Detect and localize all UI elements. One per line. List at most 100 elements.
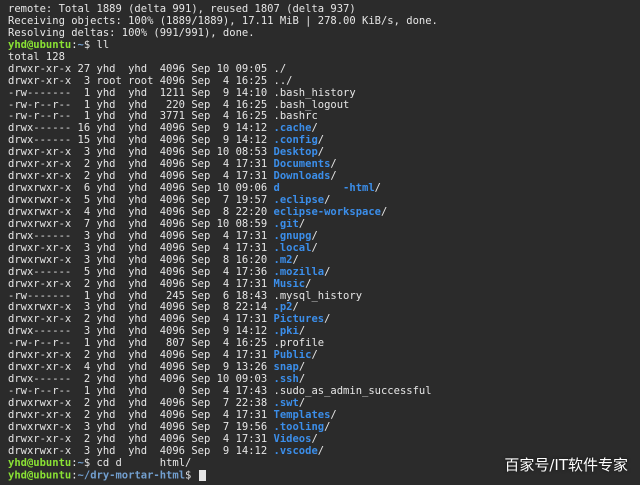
- listing-row: drwxr-xr-x 2 yhd yhd 4096 Sep 4 17:31 Te…: [8, 410, 640, 422]
- directory-name: .p2: [273, 302, 293, 314]
- listing-row: drwxr-xr-x 2 yhd yhd 4096 Sep 4 17:31 Do…: [8, 159, 640, 171]
- watermark-text: 百家号/IT软件专家: [504, 456, 628, 474]
- directory-slash: /: [298, 397, 306, 409]
- listing-meta: drwxrwxr-x 7 yhd yhd 4096 Sep 10 08:59: [8, 218, 274, 230]
- directory-slash: /: [292, 254, 299, 266]
- listing-meta: drwx------ 3 yhd yhd 4096 Sep 9 14:12: [8, 326, 274, 338]
- directory-slash: /: [317, 135, 325, 147]
- output-line: Resolving deltas: 100% (991/991), done.: [8, 27, 255, 39]
- listing-row: drwxr-xr-x 3 yhd yhd 4096 Sep 10 08:53 D…: [8, 147, 640, 159]
- cursor-block: [198, 469, 206, 481]
- listing-meta: drwxr-xr-x 2 yhd yhd 4096 Sep 4 17:31: [8, 409, 274, 421]
- prompt-path: ~/dry-mortar-html: [77, 469, 186, 482]
- listing-meta: drwxr-xr-x 3 root root 4096 Sep 4 16:25: [8, 75, 274, 87]
- prompt-symbol: $: [83, 457, 97, 469]
- directory-slash: /: [311, 242, 318, 254]
- listing-row: drwxr-xr-x 2 yhd yhd 4096 Sep 4 17:31 Mu…: [8, 279, 640, 291]
- directory-slash: /: [330, 159, 337, 171]
- listing-row: drwx------ 16 yhd yhd 4096 Sep 9 14:12 .…: [8, 123, 640, 135]
- directory-slash: /: [298, 362, 306, 374]
- listing-meta: drwxr-xr-x 2 yhd yhd 4096 Sep 4 17:31: [8, 278, 274, 290]
- listing-meta: drwxrwxr-x 2 yhd yhd 4096 Sep 7 22:38: [8, 397, 274, 409]
- listing-row: drwxr-xr-x 3 yhd yhd 4096 Sep 4 17:31 .l…: [8, 243, 640, 255]
- directory-name: snap: [273, 362, 299, 374]
- listing-row: drwx------ 2 yhd yhd 4096 Sep 10 09:03 .…: [8, 374, 640, 386]
- directory-slash: /: [311, 350, 318, 362]
- listing-row: drwxrwxr-x 6 yhd yhd 4096 Sep 10 09:06 d…: [8, 183, 640, 195]
- directory-slash: /: [324, 195, 331, 206]
- command-text: cd d: [96, 457, 160, 469]
- directory-slash: /: [311, 433, 318, 445]
- listing-row: drwx------ 15 yhd yhd 4096 Sep 9 14:12 .…: [8, 135, 640, 147]
- directory-name: .git: [273, 218, 299, 230]
- listing-meta: drwxrwxr-x 6 yhd yhd 4096 Sep 10 09:06: [8, 183, 274, 195]
- command-tail: html/: [159, 457, 192, 469]
- directory-name: .local: [273, 242, 312, 254]
- file-name: .sudo_as_admin_successful: [273, 386, 432, 397]
- listing-row: drwx------ 3 yhd yhd 4096 Sep 4 17:31 .g…: [8, 231, 640, 243]
- listing-row: drwx------ 5 yhd yhd 4096 Sep 4 17:36 .m…: [8, 267, 640, 279]
- prompt-user: yhd@ubuntu: [8, 469, 72, 482]
- directory-slash: /: [374, 183, 381, 195]
- listing-row: drwxr-xr-x 4 yhd yhd 4096 Sep 9 13:26 sn…: [8, 362, 640, 374]
- listing-meta: drwx------ 5 yhd yhd 4096 Sep 4 17:36: [8, 266, 274, 278]
- prompt-symbol: $: [185, 469, 198, 482]
- prompt-user: yhd@ubuntu: [8, 457, 72, 469]
- directory-name: .vscode: [273, 445, 318, 457]
- directory-name: Public: [273, 350, 312, 362]
- directory-name: eclipse-workspace: [273, 206, 381, 218]
- listing-row: drwxrwxr-x 3 yhd yhd 4096 Sep 8 22:14 .p…: [8, 302, 640, 314]
- directory-slash: /: [298, 326, 306, 338]
- directory-name: .swt: [273, 397, 299, 409]
- listing-meta: drwxr-xr-x 27 yhd yhd 4096 Sep 10 09:05: [8, 63, 274, 75]
- listing-meta: drwx------ 3 yhd yhd 4096 Sep 4 17:31: [8, 230, 274, 242]
- directory-listing: drwxr-xr-x 27 yhd yhd 4096 Sep 10 09:05 …: [8, 64, 640, 458]
- directory-slash: /: [292, 302, 299, 314]
- directory-slash: /: [298, 374, 306, 386]
- directory-name: Videos: [273, 433, 312, 445]
- output-line: Receiving objects: 100% (1889/1889), 17.…: [8, 15, 438, 27]
- directory-name: .m2: [273, 254, 293, 266]
- directory-name: Desktop: [273, 147, 318, 159]
- directory-name: Documents: [273, 159, 331, 171]
- total-line: total 128: [8, 51, 65, 63]
- listing-meta: drwxrwxr-x 3 yhd yhd 4096 Sep 7 19:56: [8, 421, 274, 433]
- listing-row: drwxr-xr-x 3 root root 4096 Sep 4 16:25 …: [8, 76, 640, 88]
- command-text: ll: [96, 39, 110, 51]
- listing-meta: drwxr-xr-x 2 yhd yhd 4096 Sep 4 17:31: [8, 171, 274, 183]
- listing-meta: -rw------- 1 yhd yhd 1211 Sep 9 14:10: [8, 87, 274, 99]
- directory-slash: /: [324, 314, 331, 326]
- directory-name: .eclipse: [273, 195, 325, 206]
- listing-meta: drwxr-xr-x 4 yhd yhd 4096 Sep 9 13:26: [8, 362, 274, 374]
- listing-meta: -rw-r--r-- 1 yhd yhd 0 Sep 4 17:43: [8, 386, 274, 397]
- directory-name: .config: [273, 135, 318, 147]
- listing-row: -rw-r--r-- 1 yhd yhd 220 Sep 4 16:25 .ba…: [8, 100, 640, 112]
- prompt-symbol: $: [83, 39, 97, 51]
- listing-row: -rw------- 1 yhd yhd 1211 Sep 9 14:10 .b…: [8, 88, 640, 100]
- listing-row: drwxrwxr-x 3 yhd yhd 4096 Sep 7 19:56 .t…: [8, 422, 640, 434]
- output-line: remote: Total 1889 (delta 991), reused 1…: [8, 4, 356, 15]
- directory-slash: /: [324, 266, 331, 278]
- directory-slash: /: [317, 445, 325, 457]
- directory-name: Downloads: [273, 171, 331, 183]
- terminal-window[interactable]: remote: Total 1889 (delta 991), reused 1…: [0, 0, 640, 485]
- listing-row: -rw-r--r-- 1 yhd yhd 807 Sep 4 16:25 .pr…: [8, 338, 640, 350]
- directory-slash: /: [330, 409, 337, 421]
- listing-row: drwxr-xr-x 2 yhd yhd 4096 Sep 4 17:31 Pi…: [8, 314, 640, 326]
- directory-slash: /: [380, 206, 388, 218]
- listing-row: drwxrwxr-x 2 yhd yhd 4096 Sep 7 22:38 .s…: [8, 398, 640, 410]
- listing-meta: drwx------ 16 yhd yhd 4096 Sep 9 14:12: [8, 123, 274, 135]
- listing-meta: drwxr-xr-x 3 yhd yhd 4096 Sep 4 17:31: [8, 242, 274, 254]
- listing-row: drwx------ 3 yhd yhd 4096 Sep 9 14:12 .p…: [8, 326, 640, 338]
- listing-row: -rw-r--r-- 1 yhd yhd 3771 Sep 4 16:25 .b…: [8, 111, 640, 123]
- directory-name: .gnupg: [273, 230, 312, 242]
- directory-slash: /: [330, 171, 337, 183]
- listing-row: drwxr-xr-x 2 yhd yhd 4096 Sep 4 17:31 Do…: [8, 171, 640, 183]
- listing-row: drwxr-xr-x 27 yhd yhd 4096 Sep 10 09:05 …: [8, 64, 640, 76]
- directory-slash: /: [311, 230, 318, 242]
- directory-name: Music: [273, 278, 306, 290]
- listing-row: drwxrwxr-x 7 yhd yhd 4096 Sep 10 08:59 .…: [8, 219, 640, 231]
- directory-name: Pictures: [273, 314, 325, 326]
- listing-row: drwxrwxr-x 3 yhd yhd 4096 Sep 8 16:20 .m…: [8, 255, 640, 267]
- listing-meta: drwxrwxr-x 3 yhd yhd 4096 Sep 8 16:20: [8, 254, 274, 266]
